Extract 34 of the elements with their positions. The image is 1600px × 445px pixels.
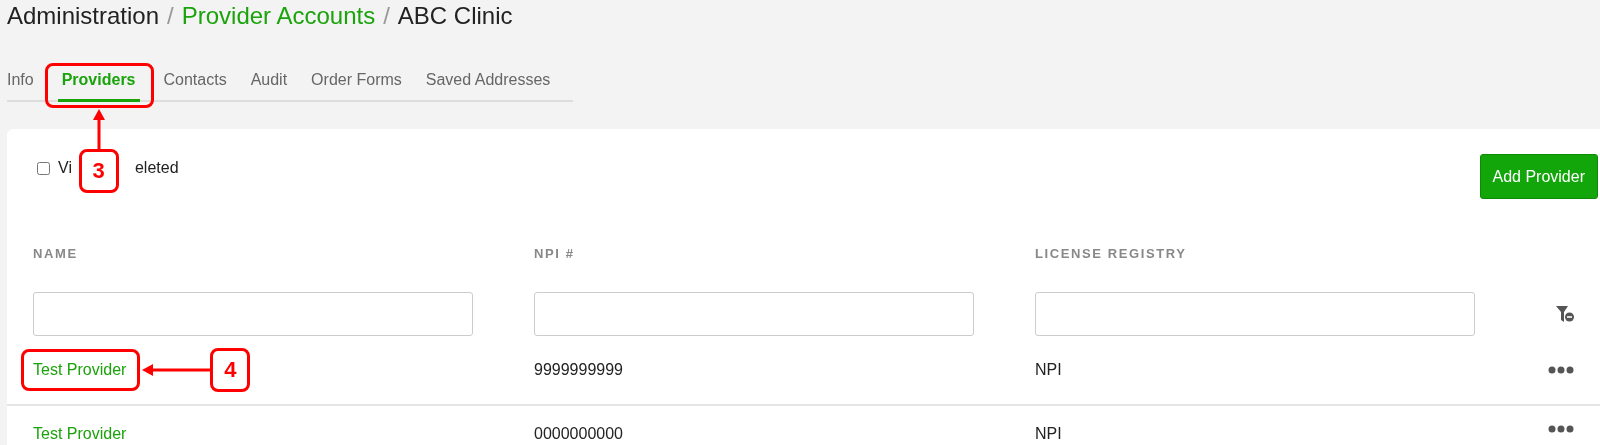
- checkbox[interactable]: [37, 161, 50, 175]
- callout-number: 3: [78, 149, 119, 193]
- clear-filter-icon: [1556, 305, 1574, 323]
- table-cell-text: 0000000000: [534, 424, 624, 444]
- breadcrumb-item: ABC Clinic: [397, 2, 513, 30]
- callout-arrow: [92, 109, 105, 151]
- callout-number: 4: [210, 348, 251, 392]
- filter-field[interactable]: [1035, 292, 1475, 336]
- breadcrumb-link[interactable]: Provider Accounts: [181, 2, 376, 30]
- callout-arrow: [142, 364, 213, 376]
- table-cell-text: NPI: [1035, 360, 1063, 380]
- table-cell-text: NPI: [1035, 424, 1063, 444]
- breadcrumb-item: Administration: [7, 2, 160, 30]
- checkbox-label: Vi: [58, 159, 72, 177]
- tab[interactable]: Saved Addresses: [425, 65, 551, 102]
- tab[interactable]: Contacts: [163, 65, 227, 102]
- checkbox-label: eleted: [134, 159, 179, 177]
- tab[interactable]: Order Forms: [311, 65, 402, 102]
- provider-link[interactable]: Test Provider: [33, 425, 127, 443]
- tab[interactable]: Audit: [250, 65, 288, 102]
- column-header: NPI #: [534, 246, 576, 263]
- breadcrumb-separator: /: [383, 2, 390, 30]
- filter-field[interactable]: [534, 292, 974, 336]
- tab[interactable]: Info: [7, 65, 34, 102]
- column-header: NAME: [33, 246, 79, 263]
- add-provider-button[interactable]: Add Provider: [1479, 154, 1598, 199]
- filter-field[interactable]: [33, 292, 473, 336]
- breadcrumb-separator: /: [167, 2, 174, 30]
- tab[interactable]: Providers: [57, 65, 140, 102]
- column-header: LICENSE REGISTRY: [1035, 246, 1188, 263]
- more-options-icon: [1548, 366, 1574, 374]
- table-cell-text: 9999999999: [534, 360, 624, 380]
- more-options-icon: [1548, 425, 1574, 433]
- provider-link[interactable]: Test Provider: [33, 361, 127, 379]
